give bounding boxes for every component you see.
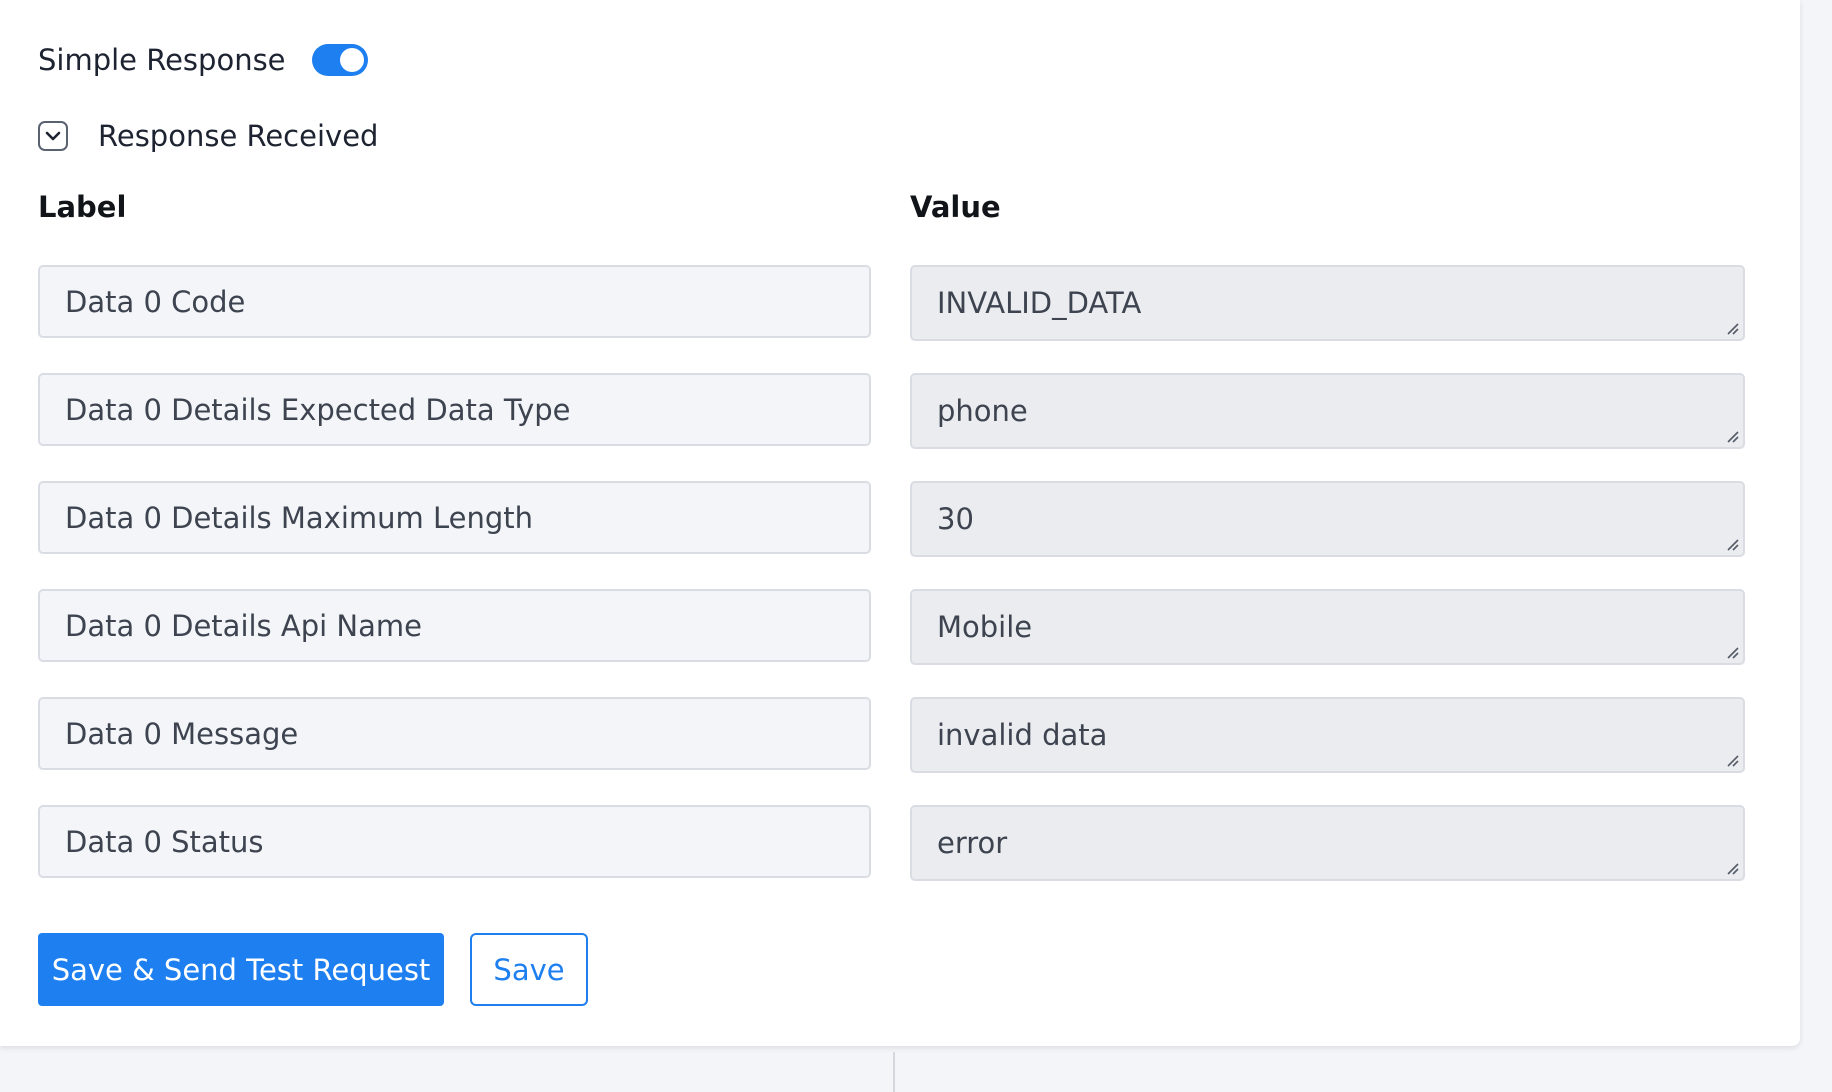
resize-grip-icon[interactable] [1724, 428, 1740, 444]
save-and-send-test-request-button[interactable]: Save & Send Test Request [38, 933, 444, 1006]
simple-response-label: Simple Response [38, 43, 286, 77]
simple-response-toggle[interactable] [311, 44, 368, 76]
label-field-status[interactable]: Data 0 Status [38, 805, 871, 878]
label-field-expected-data-type[interactable]: Data 0 Details Expected Data Type [38, 373, 871, 446]
response-received-toggle[interactable] [38, 121, 68, 151]
response-received-label: Response Received [98, 119, 379, 153]
value-field-status[interactable]: error [910, 805, 1745, 881]
simple-response-row: Simple Response [38, 38, 368, 82]
save-button[interactable]: Save [470, 933, 588, 1006]
resize-grip-icon[interactable] [1724, 860, 1740, 876]
chevron-down-icon [45, 131, 61, 141]
value-field-maximum-length[interactable]: 30 [910, 481, 1745, 557]
value-text: phone [937, 394, 1028, 428]
response-received-row: Response Received [38, 114, 378, 158]
value-column-header: Value [910, 190, 1001, 224]
resize-grip-icon[interactable] [1724, 644, 1740, 660]
resize-grip-icon[interactable] [1724, 320, 1740, 336]
value-field-expected-data-type[interactable]: phone [910, 373, 1745, 449]
label-field-code[interactable]: Data 0 Code [38, 265, 871, 338]
value-text: 30 [937, 502, 974, 536]
label-field-maximum-length[interactable]: Data 0 Details Maximum Length [38, 481, 871, 554]
value-field-message[interactable]: invalid data [910, 697, 1745, 773]
response-panel: Simple Response Response Received Label … [0, 0, 1800, 1046]
toggle-knob [339, 48, 364, 72]
resize-grip-icon[interactable] [1724, 752, 1740, 768]
value-text: error [937, 826, 1008, 860]
label-column-header: Label [38, 190, 127, 224]
value-field-code[interactable]: INVALID_DATA [910, 265, 1745, 341]
value-text: Mobile [937, 610, 1033, 644]
label-field-api-name[interactable]: Data 0 Details Api Name [38, 589, 871, 662]
resize-grip-icon[interactable] [1724, 536, 1740, 552]
value-text: INVALID_DATA [937, 286, 1142, 320]
label-field-message[interactable]: Data 0 Message [38, 697, 871, 770]
value-field-api-name[interactable]: Mobile [910, 589, 1745, 665]
value-text: invalid data [937, 718, 1108, 752]
background-divider [893, 1052, 895, 1092]
